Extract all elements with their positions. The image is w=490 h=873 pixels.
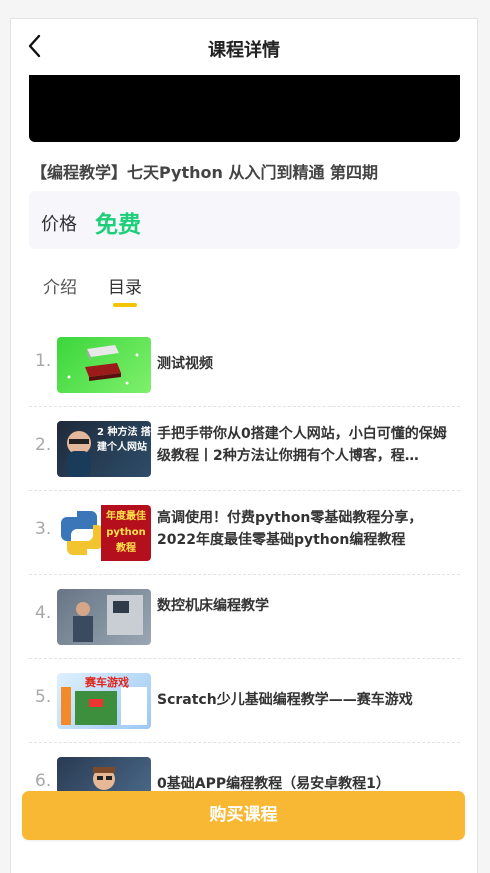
lesson-title: Scratch少儿基础编程教学——赛车游戏 xyxy=(157,692,413,708)
lesson-title: 高调使用！付费python零基础教程分享，2022年度最佳零基础python编程… xyxy=(157,510,423,548)
lesson-thumbnail xyxy=(57,589,151,645)
lesson-thumbnail: 年度最佳 python 教程 xyxy=(57,505,151,561)
app-frame: 课程详情 【编程教学】七天Python 从入门到精通 第四期 价格 免费 介绍 … xyxy=(0,0,490,873)
price-box: 价格 免费 xyxy=(29,191,460,249)
lesson-thumbnail: 赛车游戏 xyxy=(57,673,151,729)
lesson-title: 手把手带你从0搭建个人网站，小白可懂的保姆级教程丨2种方法让你拥有个人博客，程… xyxy=(157,426,447,464)
lesson-number: 3. xyxy=(35,519,52,539)
lesson-number: 4. xyxy=(35,603,52,623)
bottom-action-bar: 购买课程 xyxy=(10,772,480,852)
lesson-number: 2. xyxy=(35,435,52,455)
lesson-title: 测试视频 xyxy=(157,356,213,372)
course-title: 【编程教学】七天Python 从入门到精通 第四期 xyxy=(31,163,379,182)
active-tab-indicator xyxy=(113,303,137,307)
lesson-item[interactable]: 5. 赛车游戏 Scratch少儿基础编程教学——赛车游戏 xyxy=(29,659,460,743)
price-label: 价格 xyxy=(41,214,77,235)
lesson-number: 5. xyxy=(35,687,52,707)
tab-intro[interactable]: 介绍 xyxy=(43,273,77,298)
buy-course-button[interactable]: 购买课程 xyxy=(22,791,465,840)
thumbnail-text: 年度最佳 python 教程 xyxy=(106,511,146,554)
thumbnail-text: 2 种方法 搭建个人网站 xyxy=(97,427,151,453)
video-player[interactable] xyxy=(29,75,460,142)
course-detail-page: 课程详情 【编程教学】七天Python 从入门到精通 第四期 价格 免费 介绍 … xyxy=(10,18,478,873)
lesson-title: 数控机床编程教学 xyxy=(157,598,269,614)
lesson-item[interactable]: 4. 数控机床编程教学 xyxy=(29,575,460,659)
lesson-thumbnail: 2 种方法 搭建个人网站 xyxy=(57,421,151,477)
price-value: 免费 xyxy=(95,212,141,238)
lesson-thumbnail xyxy=(57,337,151,393)
lesson-item[interactable]: 2. 2 种方法 搭建个人网站 手把手带你从0搭建个人网站，小白可懂的保姆级教程… xyxy=(29,407,460,491)
lesson-item[interactable]: 1. 测试视频 xyxy=(29,323,460,407)
tabs: 介绍 目录 xyxy=(11,273,477,313)
machine-tool-icon xyxy=(73,595,143,642)
video-clip-icon xyxy=(67,345,139,385)
lesson-number: 1. xyxy=(35,351,52,371)
thumbnail-text: 赛车游戏 xyxy=(85,676,129,689)
lesson-item[interactable]: 3. 年度最佳 python 教程 高调使用！付费python零基础教程分享，2… xyxy=(29,491,460,575)
page-title: 课程详情 xyxy=(208,40,280,61)
tab-catalog[interactable]: 目录 xyxy=(108,273,142,298)
navbar: 课程详情 xyxy=(11,19,477,75)
